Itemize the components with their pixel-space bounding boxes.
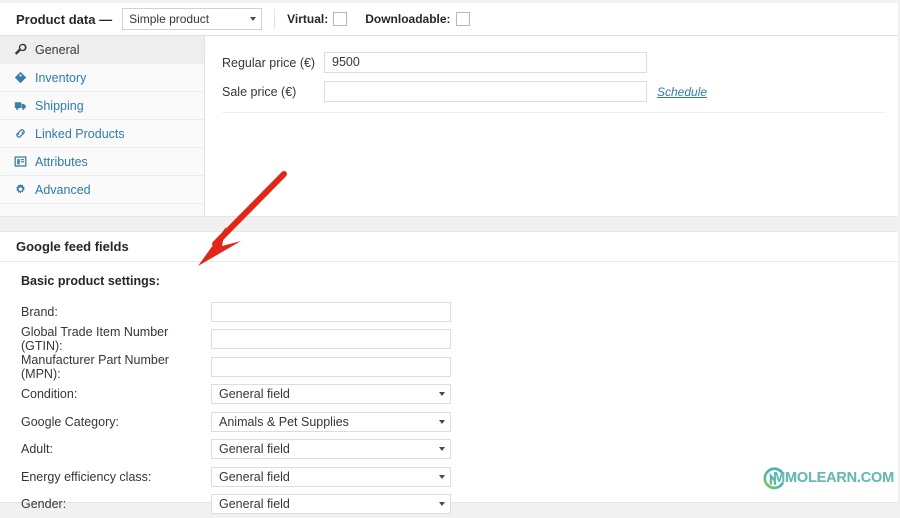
chevron-down-icon [250,17,256,21]
google-feed-header: Google feed fields [0,232,898,262]
condition-select[interactable]: General field [211,384,451,404]
condition-row: Condition: General field [0,381,898,409]
brand-label: Brand: [21,305,211,319]
google-category-value: Animals & Pet Supplies [219,415,349,429]
adult-select[interactable]: General field [211,439,451,459]
condition-label: Condition: [21,387,211,401]
gtin-label: Global Trade Item Number (GTIN): [21,325,211,353]
gender-label: Gender: [21,497,211,511]
general-tab-panel: Regular price (€) 9500 Sale price (€) Sc… [205,36,898,216]
chevron-down-icon [439,392,445,396]
wrench-icon [14,43,28,57]
product-type-select[interactable]: Simple product [122,8,262,30]
product-data-title: Product data — [16,12,112,27]
energy-efficiency-class-label: Energy efficiency class: [21,470,211,484]
fields-divider [222,112,886,113]
mpn-label: Manufacturer Part Number (MPN): [21,353,211,381]
virtual-checkbox[interactable] [333,12,347,26]
product-data-panel: Product data — Simple product Virtual: D… [0,3,898,217]
gtin-row: Global Trade Item Number (GTIN): [0,326,898,354]
chevron-down-icon [439,502,445,506]
gtin-input[interactable] [211,329,451,349]
tab-shipping-label: Shipping [35,99,84,113]
tab-general[interactable]: General [0,36,204,64]
product-data-header: Product data — Simple product Virtual: D… [0,3,898,36]
tab-advanced-label: Advanced [35,183,91,197]
chevron-down-icon [439,475,445,479]
chevron-down-icon [439,447,445,451]
tab-general-label: General [35,43,79,57]
watermark: MMOLEARN.COM [762,461,894,495]
google-category-select[interactable]: Animals & Pet Supplies [211,412,451,432]
tab-inventory-label: Inventory [35,71,86,85]
truck-icon [14,99,28,113]
google-category-label: Google Category: [21,415,211,429]
sale-price-label: Sale price (€) [222,85,324,99]
downloadable-label: Downloadable: [365,12,450,26]
gender-select[interactable]: General field [211,494,451,514]
tab-linked-products-label: Linked Products [35,127,125,141]
google-feed-title: Google feed fields [16,239,129,254]
brand-row: Brand: [0,298,898,326]
watermark-text: MMOLEARN.COM [773,470,894,486]
product-data-tabs: General Inventory Shipping Linked Produc… [0,36,205,216]
product-data-body: General Inventory Shipping Linked Produc… [0,36,898,216]
chevron-down-icon [439,420,445,424]
adult-value: General field [219,442,290,456]
list-icon [14,155,28,169]
header-divider [274,9,275,29]
energy-efficiency-class-select[interactable]: General field [211,467,451,487]
tab-attributes[interactable]: Attributes [0,148,204,176]
brand-input[interactable] [211,302,451,322]
gender-value: General field [219,497,290,511]
virtual-checkbox-group[interactable]: Virtual: [287,12,347,26]
regular-price-label: Regular price (€) [222,56,324,70]
adult-label: Adult: [21,442,211,456]
google-category-row: Google Category: Animals & Pet Supplies [0,408,898,436]
tab-shipping[interactable]: Shipping [0,92,204,120]
adult-row: Adult: General field [0,436,898,464]
regular-price-row: Regular price (€) 9500 [205,48,898,77]
tab-advanced[interactable]: Advanced [0,176,204,204]
regular-price-input[interactable]: 9500 [324,52,647,73]
schedule-sale-link[interactable]: Schedule [657,85,707,99]
mpn-input[interactable] [211,357,451,377]
downloadable-checkbox-group[interactable]: Downloadable: [365,12,469,26]
tag-icon [14,71,28,85]
condition-value: General field [219,387,290,401]
product-type-value: Simple product [129,12,209,26]
sale-price-input[interactable] [324,81,647,102]
sale-price-row: Sale price (€) Schedule [205,77,898,106]
tab-linked-products[interactable]: Linked Products [0,120,204,148]
virtual-label: Virtual: [287,12,328,26]
tab-attributes-label: Attributes [35,155,88,169]
energy-efficiency-class-value: General field [219,470,290,484]
mpn-row: Manufacturer Part Number (MPN): [0,353,898,381]
gear-icon [14,183,28,197]
basic-product-settings-label: Basic product settings: [0,274,898,288]
tab-inventory[interactable]: Inventory [0,64,204,92]
link-icon [14,127,28,141]
downloadable-checkbox[interactable] [456,12,470,26]
